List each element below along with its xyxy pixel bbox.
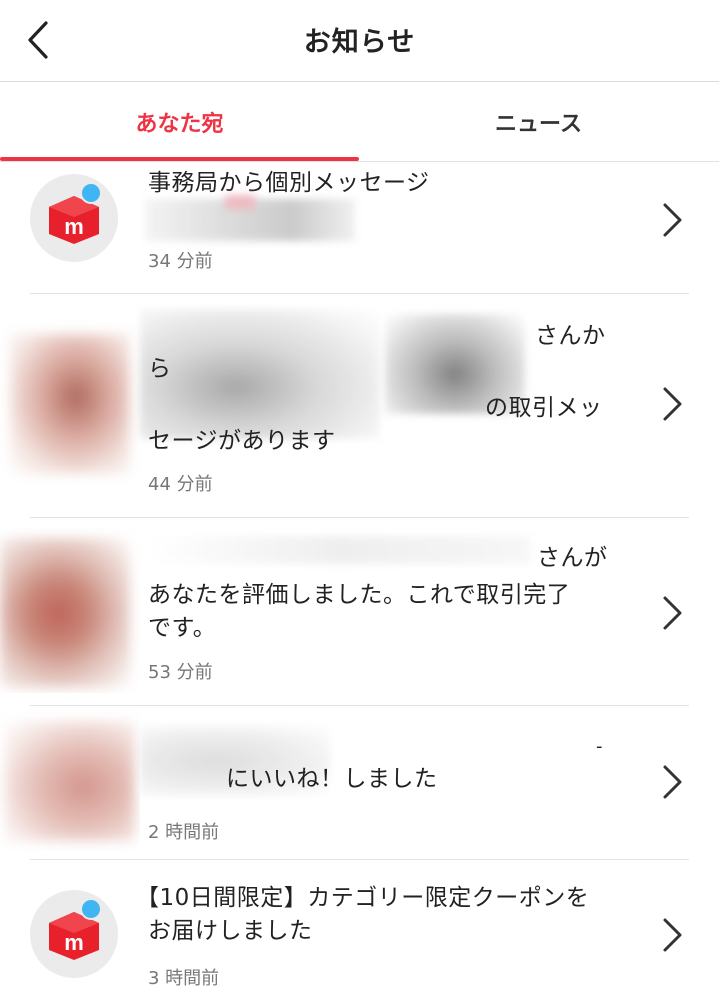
tab-news[interactable]: ニュース — [359, 82, 718, 162]
notification-item[interactable]: m 【10日間限定】カテゴリー限定クーポンを お届けしました 3 時間前 — [0, 860, 719, 999]
active-tab-indicator — [0, 157, 359, 161]
page-title: お知らせ — [303, 27, 416, 58]
notification-item[interactable]: - にいいね！しました 2 時間前 — [0, 706, 719, 860]
tab-for-you[interactable]: あなた宛 — [0, 82, 359, 162]
notification-time: 44 分前 — [148, 474, 213, 495]
redacted-region — [225, 195, 255, 209]
tab-for-you-label: あなた宛 — [135, 112, 224, 137]
app-header: お知らせ — [0, 0, 719, 82]
chevron-right-icon — [663, 596, 682, 630]
notification-time: 53 分前 — [148, 662, 213, 683]
avatar-photo-blur — [10, 334, 130, 474]
svg-text:m: m — [64, 930, 84, 955]
avatar-photo-blur — [5, 721, 135, 841]
message-line: 事務局から個別メッセージ — [148, 170, 430, 196]
user-avatar — [0, 528, 140, 693]
message-line: - — [596, 736, 603, 757]
notification-message: さんが あなたを評価しました。これで取引完了 です。 — [148, 542, 628, 645]
message-line: 【10日間限定】カテゴリー限定クーポンを — [136, 885, 590, 911]
chevron-right-icon — [663, 387, 682, 421]
message-line: にいいね！しました — [226, 766, 438, 792]
notification-message: さんか ら の取引メッ セージがあります — [148, 320, 628, 458]
tab-news-label: ニュース — [495, 112, 582, 137]
message-line: お届けしました — [148, 918, 313, 944]
message-line: セージがあります — [148, 428, 336, 454]
message-line: さんか — [535, 323, 606, 349]
unread-badge — [80, 898, 102, 920]
notification-time: 2 時間前 — [148, 822, 220, 843]
notification-message: - にいいね！しました — [148, 730, 628, 796]
message-line: あなたを評価しました。これで取引完了 — [148, 582, 571, 608]
mercari-logo-avatar: m — [30, 174, 118, 262]
notification-message: 【10日間限定】カテゴリー限定クーポンを お届けしました — [136, 882, 616, 948]
message-line: ら — [148, 356, 172, 382]
chevron-right-icon — [663, 918, 682, 952]
message-line: です。 — [148, 615, 217, 641]
user-avatar — [0, 711, 140, 851]
chevron-right-icon — [663, 765, 682, 799]
notification-item[interactable]: m 事務局から個別メッセージ 34 分前 — [0, 163, 719, 294]
unread-badge — [80, 182, 102, 204]
notification-item[interactable]: さんか ら の取引メッ セージがあります 44 分前 — [0, 294, 719, 518]
chevron-right-icon — [663, 203, 682, 237]
notification-time: 34 分前 — [148, 251, 213, 272]
notification-time: 3 時間前 — [148, 968, 220, 989]
tab-bar: あなた宛 ニュース — [0, 82, 719, 162]
avatar-photo-blur — [0, 538, 130, 688]
user-avatar — [0, 314, 140, 484]
svg-text:m: m — [64, 214, 84, 239]
notification-message: 事務局から個別メッセージ — [148, 167, 628, 200]
mercari-logo-avatar: m — [30, 890, 118, 978]
message-line: さんが — [537, 545, 608, 571]
notification-item[interactable]: さんが あなたを評価しました。これで取引完了 です。 53 分前 — [0, 518, 719, 706]
message-line: の取引メッ — [485, 395, 603, 421]
